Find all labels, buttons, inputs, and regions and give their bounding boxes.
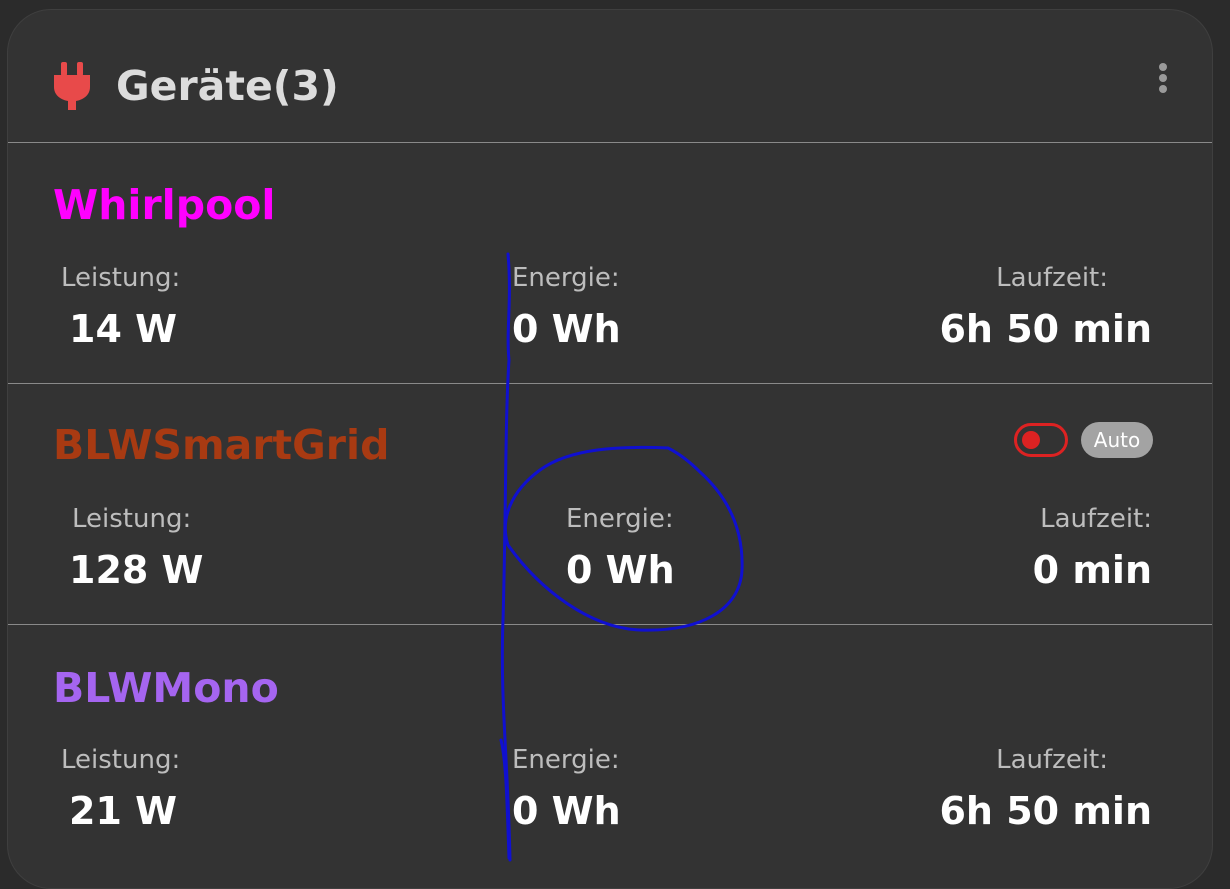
- device-row-blwmono: BLWMono Leistung: 21 W Energie: 0 Wh Lau…: [8, 625, 1212, 866]
- power-value: 128 W: [69, 548, 204, 592]
- energy-label: Energie:: [512, 745, 620, 775]
- energy-value: 0 Wh: [512, 789, 621, 833]
- auto-badge[interactable]: Auto: [1081, 422, 1153, 458]
- more-vertical-icon[interactable]: [1148, 58, 1178, 98]
- device-name: BLWMono: [53, 664, 279, 712]
- power-label: Leistung:: [61, 263, 181, 293]
- runtime-label: Laufzeit:: [996, 745, 1108, 775]
- device-row-whirlpool: Whirlpool Leistung: 14 W Energie: 0 Wh L…: [8, 143, 1212, 384]
- runtime-value: 0 min: [1032, 548, 1152, 592]
- devices-card: Geräte(3) Whirlpool Leistung: 14 W Energ…: [7, 9, 1213, 889]
- runtime-value: 6h 50 min: [939, 307, 1152, 351]
- runtime-label: Laufzeit:: [996, 263, 1108, 293]
- runtime-value: 6h 50 min: [939, 789, 1152, 833]
- energy-value: 0 Wh: [512, 307, 621, 351]
- toggle-knob: [1022, 431, 1040, 449]
- device-name: Whirlpool: [53, 181, 276, 229]
- power-label: Leistung:: [61, 745, 181, 775]
- device-name: BLWSmartGrid: [53, 421, 390, 469]
- energy-value: 0 Wh: [566, 548, 675, 592]
- device-toggle[interactable]: [1014, 423, 1068, 457]
- energy-label: Energie:: [566, 504, 674, 534]
- device-row-blwsmartgrid: BLWSmartGrid Auto Leistung: 128 W Energi…: [8, 384, 1212, 625]
- energy-label: Energie:: [512, 263, 620, 293]
- power-value: 21 W: [69, 789, 178, 833]
- power-value: 14 W: [69, 307, 178, 351]
- card-header: Geräte(3): [8, 10, 1212, 143]
- plug-icon: [54, 62, 90, 110]
- page-title: Geräte(3): [116, 62, 339, 110]
- runtime-label: Laufzeit:: [1040, 504, 1152, 534]
- power-label: Leistung:: [72, 504, 192, 534]
